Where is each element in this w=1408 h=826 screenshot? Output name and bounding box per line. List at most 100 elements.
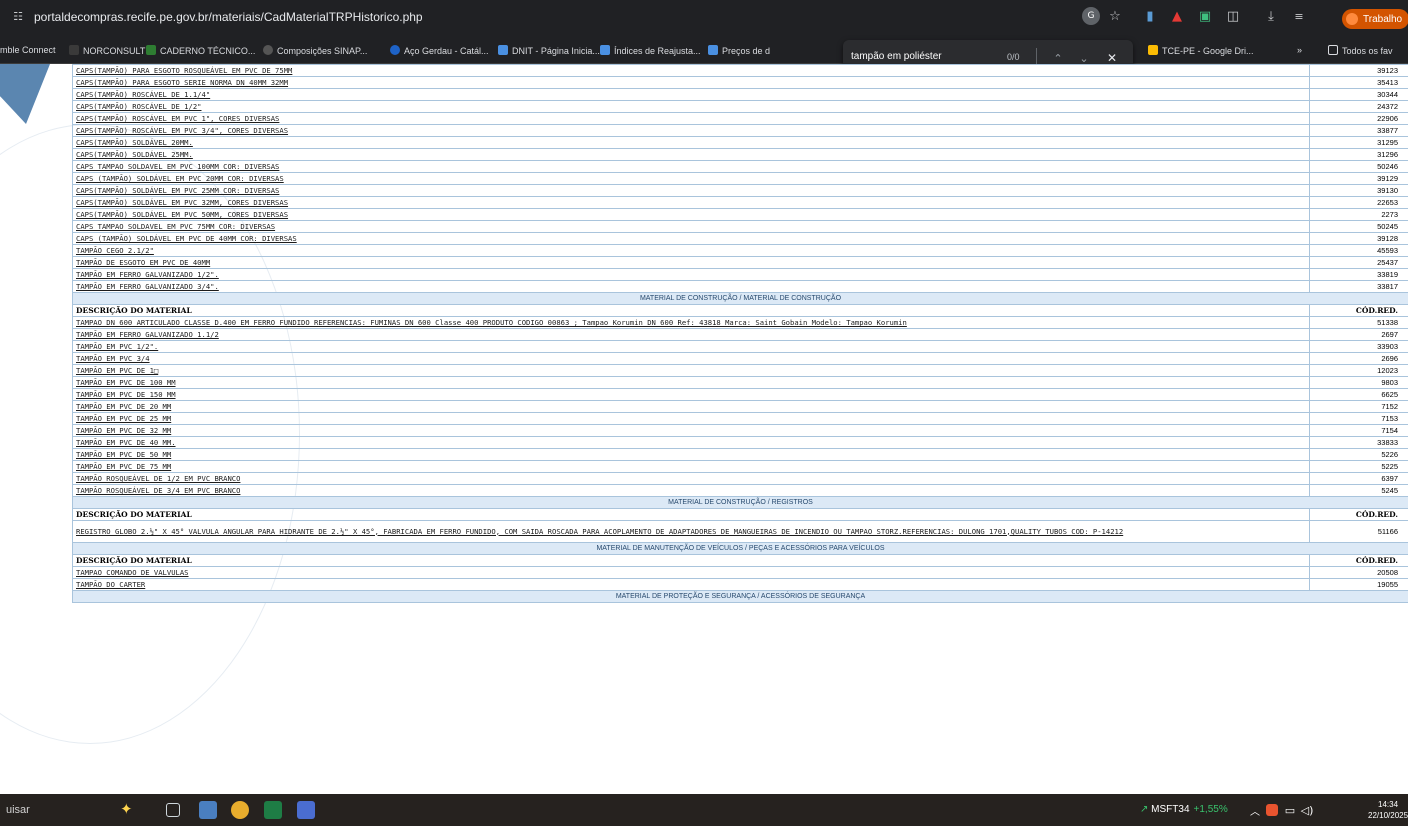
bookmarks-overflow[interactable]: » <box>1297 45 1302 55</box>
material-link[interactable]: CAPS(TAMPÃO) SOLDÁVEL EM PVC 50MM, CORES… <box>76 210 288 219</box>
pdf-extension-icon[interactable]: ▲ <box>1168 7 1186 25</box>
material-description-cell: TAMPÃO EM PVC DE 150 MM <box>72 388 1310 401</box>
extension-icon[interactable]: ▮ <box>1141 7 1159 25</box>
material-code: 6625 <box>1309 388 1408 401</box>
material-link[interactable]: TAMPÃO ROSQUEÁVEL DE 3/4 EM PVC BRANCO <box>76 486 240 495</box>
table-row: TAMPAO COMANDO DE VALVULAS 20508 <box>72 566 1408 579</box>
material-link[interactable]: CAPS TAMPAO SOLDAVEL EM PVC 75MM COR: DI… <box>76 222 275 231</box>
material-link[interactable]: TAMPÃO EM FERRO GALVANIZADO 3/4". <box>76 282 219 291</box>
material-link[interactable]: CAPS(TAMPÃO) SOLDÁVEL 25MM. <box>76 150 193 159</box>
material-link[interactable]: CAPS (TAMPÃO) SOLDÁVEL EM PVC 20MM COR: … <box>76 174 284 183</box>
category-title: MATERIAL DE CONSTRUÇÃO / REGISTROS <box>72 496 1408 509</box>
tab-search-icon[interactable]: ≡ <box>1290 7 1308 25</box>
material-link[interactable]: CAPS(TAMPÃO) SOLDÁVEL EM PVC 25MM COR: D… <box>76 186 279 195</box>
bookmark-item[interactable]: CADERNO TÉCNICO... <box>146 45 255 56</box>
column-header-description: DESCRIÇÃO DO MATERIAL <box>72 304 1310 317</box>
material-link[interactable]: TAMPÃO EM FERRO GALVANIZADO 1.1/2 <box>76 330 219 339</box>
site-info-icon[interactable]: ☷ <box>10 8 26 24</box>
file-explorer-icon[interactable] <box>199 801 217 819</box>
material-link[interactable]: TAMPÃO EM PVC DE 40 MM. <box>76 438 176 447</box>
table-row: TAMPÃO CEGO 2.1/2" 45593 <box>72 244 1408 257</box>
table-row: CAPS (TAMPÃO) SOLDÁVEL EM PVC 20MM COR: … <box>72 172 1408 185</box>
table-row: TAMPÃO EM PVC DE 20 MM 7152 <box>72 400 1408 413</box>
task-view-icon[interactable] <box>166 803 180 817</box>
material-link[interactable]: CAPS (TAMPÃO) SOLDÁVEL EM PVC DE 40MM CO… <box>76 234 297 243</box>
table-header-row: DESCRIÇÃO DO MATERIAL CÓD.RED. <box>72 508 1408 521</box>
bookmark-item[interactable]: NORCONSULT <box>69 45 145 56</box>
tray-app-icon[interactable] <box>1266 804 1278 816</box>
material-link[interactable]: CAPS(TAMPÃO) PARA ESGOTO SERIE NORMA DN … <box>76 78 288 87</box>
column-header-description: DESCRIÇÃO DO MATERIAL <box>72 554 1310 567</box>
google-lens-icon[interactable]: G <box>1082 7 1100 25</box>
material-link[interactable]: CAPS(TAMPÃO) SOLDÁVEL 20MM. <box>76 138 193 147</box>
material-link[interactable]: TAMPÃO DE ESGOTO EM PVC DE 40MM <box>76 258 210 267</box>
material-link[interactable]: TAMPÃO EM PVC DE 75 MM <box>76 462 171 471</box>
material-link[interactable]: CAPS(TAMPÃO) SOLDÁVEL EM PVC 32MM, CORES… <box>76 198 288 207</box>
bookmark-label: DNIT - Página Inicia... <box>512 46 600 56</box>
table-row: TAMPAO DN 600 ARTICULADO CLASSE D.400 EM… <box>72 316 1408 329</box>
material-link[interactable]: TAMPÃO EM PVC DE 25 MM <box>76 414 171 423</box>
material-link[interactable]: CAPS(TAMPÃO) ROSCÁVEL EM PVC 1", CORES D… <box>76 114 279 123</box>
material-description-cell: TAMPÃO EM PVC DE 25 MM <box>72 412 1310 425</box>
address-bar-url[interactable]: portaldecompras.recife.pe.gov.br/materia… <box>34 10 423 24</box>
copilot-sparkle-icon[interactable]: ✦ <box>120 800 138 818</box>
bookmark-item[interactable]: Aço Gerdau - Catál... <box>390 45 489 56</box>
extensions-puzzle-icon[interactable]: ◫ <box>1224 7 1242 25</box>
material-code: 20508 <box>1309 566 1408 579</box>
material-link[interactable]: TAMPÃO EM PVC DE 20 MM <box>76 402 171 411</box>
excel-taskbar-icon[interactable] <box>264 801 282 819</box>
material-link[interactable]: TAMPÃO EM FERRO GALVANIZADO 1/2". <box>76 270 219 279</box>
system-clock[interactable]: 14:34 22/10/2025 <box>1368 799 1408 821</box>
stock-widget[interactable]: ↗ MSFT34 +1,55% <box>1140 804 1228 815</box>
bookmark-folder-all[interactable]: Todos os fav <box>1328 45 1393 56</box>
bookmark-label: NORCONSULT <box>83 46 146 56</box>
material-link[interactable]: TAMPÃO ROSQUEÁVEL DE 1/2 EM PVC BRANCO <box>76 474 240 483</box>
material-link[interactable]: TAMPÃO EM PVC DE 100 MM <box>76 378 176 387</box>
bookmark-item[interactable]: Índices de Reajusta... <box>600 45 701 56</box>
material-code: 33877 <box>1309 124 1408 137</box>
find-input[interactable] <box>851 51 981 62</box>
material-code: 39130 <box>1309 184 1408 197</box>
material-link[interactable]: TAMPÃO EM PVC 3/4 <box>76 354 150 363</box>
material-link[interactable]: TAMPÃO EM PVC DE 50 MM <box>76 450 171 459</box>
bookmark-item[interactable]: DNIT - Página Inicia... <box>498 45 600 56</box>
material-description-cell: TAMPÃO DE ESGOTO EM PVC DE 40MM <box>72 256 1310 269</box>
taskbar-search[interactable]: uisar <box>6 804 30 816</box>
material-link[interactable]: CAPS(TAMPÃO) PARA ESGOTO ROSQUEÁVEL EM P… <box>76 66 292 75</box>
google-drive-icon <box>1148 45 1158 55</box>
material-link[interactable]: TAMPÃO DO CARTER <box>76 580 145 589</box>
material-link[interactable]: TAMPAO DN 600 ARTICULADO CLASSE D.400 EM… <box>76 318 907 327</box>
volume-icon[interactable]: ◁) <box>1299 802 1315 818</box>
material-link[interactable]: CAPS(TAMPÃO) ROSCÁVEL DE 1/2" <box>76 102 202 111</box>
material-code: 35413 <box>1309 76 1408 89</box>
bookmark-item[interactable]: mble Connect <box>0 45 56 55</box>
material-link[interactable]: REGISTRO GLOBO 2.½" X 45° VALVULA ANGULA… <box>76 527 1123 536</box>
download-icon[interactable]: ⤓ <box>1262 7 1280 25</box>
material-description-cell: CAPS TAMPAO SOLDAVEL EM PVC 75MM COR: DI… <box>72 220 1310 233</box>
sheets-extension-icon[interactable]: ▣ <box>1196 7 1214 25</box>
bookmark-star-icon[interactable]: ☆ <box>1106 7 1124 25</box>
material-code: 7154 <box>1309 424 1408 437</box>
material-link[interactable]: CAPS(TAMPÃO) ROSCÁVEL EM PVC 3/4", CORES… <box>76 126 288 135</box>
material-link[interactable]: TAMPÃO EM PVC DE 1□ <box>76 366 158 375</box>
bookmark-item[interactable]: TCE-PE - Google Dri... <box>1148 45 1254 56</box>
material-link[interactable]: TAMPÃO EM PVC 1/2". <box>76 342 158 351</box>
show-hidden-icons-icon[interactable]: ︿ <box>1248 803 1262 818</box>
clock-date: 22/10/2025 <box>1368 811 1408 820</box>
app-taskbar-icon[interactable] <box>297 801 315 819</box>
profile-button[interactable]: Trabalho <box>1342 9 1408 29</box>
material-link[interactable]: TAMPÃO EM PVC DE 150 MM <box>76 390 176 399</box>
material-link[interactable]: TAMPÃO EM PVC DE 32 MM <box>76 426 171 435</box>
column-header-description: DESCRIÇÃO DO MATERIAL <box>72 508 1310 521</box>
material-link[interactable]: CAPS TAMPAO SOLDAVEL EM PVC 100MM COR: D… <box>76 162 279 171</box>
table-row: CAPS(TAMPÃO) SOLDÁVEL EM PVC 32MM, CORES… <box>72 196 1408 209</box>
category-title: MATERIAL DE PROTEÇÃO E SEGURANÇA / ACESS… <box>72 590 1408 603</box>
material-link[interactable]: CAPS(TAMPÃO) ROSCÁVEL DE 1.1/4" <box>76 90 210 99</box>
chrome-icon[interactable] <box>231 801 249 819</box>
material-description-cell: CAPS(TAMPÃO) PARA ESGOTO SERIE NORMA DN … <box>72 76 1310 89</box>
material-link[interactable]: TAMPAO COMANDO DE VALVULAS <box>76 568 189 577</box>
bookmark-item[interactable]: Composições SINAP... <box>263 45 367 56</box>
network-icon[interactable]: ▭ <box>1282 802 1298 818</box>
material-link[interactable]: TAMPÃO CEGO 2.1/2" <box>76 246 154 255</box>
bookmark-item[interactable]: Preços de d <box>708 45 770 56</box>
